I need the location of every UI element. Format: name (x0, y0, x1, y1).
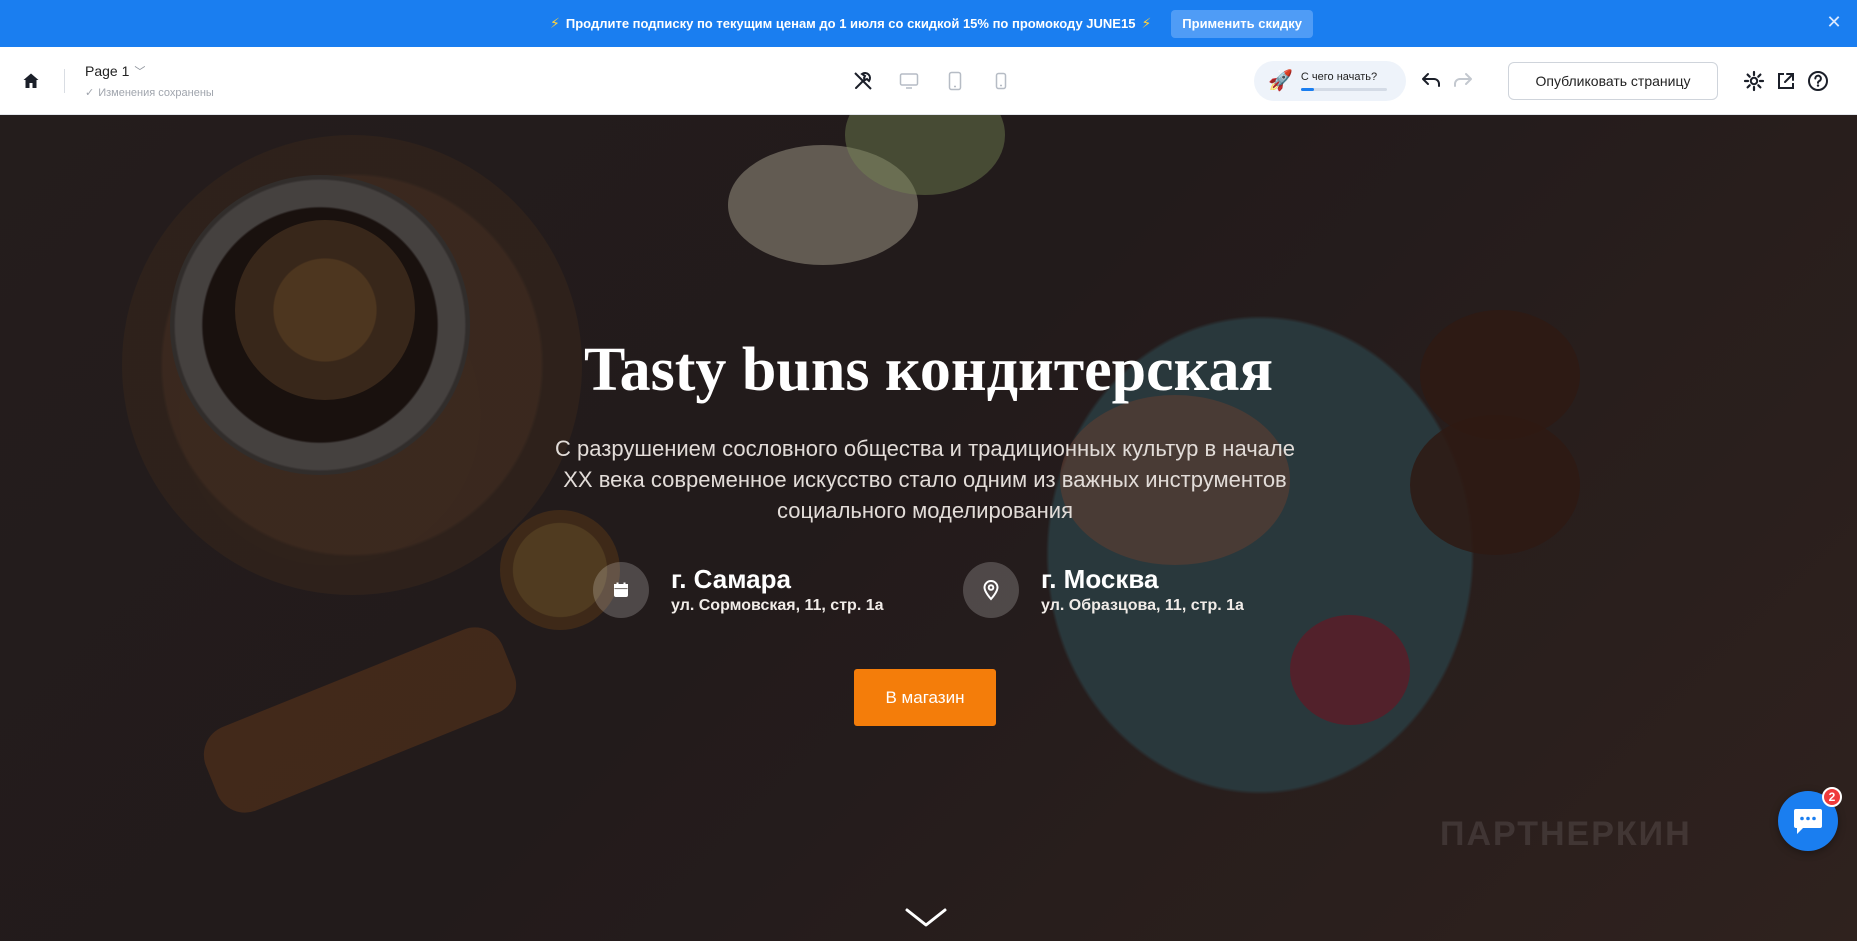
watermark: ПАРТНЕРКИН (1440, 815, 1692, 853)
location-address: ул. Сормовская, 11, стр. 1а (671, 596, 884, 614)
calendar-icon (593, 562, 649, 618)
publish-button[interactable]: Опубликовать страницу (1508, 62, 1718, 100)
redo-icon[interactable] (1452, 69, 1476, 93)
external-link-icon[interactable] (1774, 69, 1798, 93)
chat-widget-button[interactable]: 2 (1778, 787, 1842, 851)
onboarding-progress (1300, 88, 1387, 91)
tablet-icon[interactable] (944, 69, 966, 93)
notification-badge: 2 (1822, 787, 1842, 807)
home-icon[interactable] (18, 68, 44, 94)
hero-section: Tasty buns кондитерская С разрушением со… (0, 115, 1857, 941)
rocket-icon: 🚀 (1268, 70, 1293, 92)
location-samara: г. Самара ул. Сормовская, 11, стр. 1а (593, 562, 884, 618)
shop-button[interactable]: В магазин (854, 669, 996, 726)
lightning-icon: ⚡ (550, 15, 560, 31)
toolbar-divider (64, 69, 65, 93)
save-status-text: Изменения сохранены (98, 86, 214, 99)
onboarding-progress-fill (1300, 88, 1314, 91)
promo-banner: ⚡ Продлите подписку по текущим ценам до … (0, 0, 1857, 47)
location-city: г. Самара (671, 563, 791, 594)
help-icon[interactable] (1806, 69, 1830, 93)
onboarding-label: С чего начать? (1300, 71, 1378, 83)
page-name: Page 1 (85, 63, 130, 79)
undo-icon[interactable] (1420, 69, 1444, 93)
tools-icon[interactable] (852, 69, 874, 93)
promo-text: Продлите подписку по текущим ценам до 1 … (565, 16, 1136, 31)
close-icon[interactable]: ✕ (1823, 11, 1845, 33)
editor-toolbar: Page 1 ﹀ ✓ Изменения сохранены 🚀 С чего … (0, 47, 1857, 115)
hero-title: Tasty buns кондитерская (583, 336, 1274, 404)
desktop-icon[interactable] (898, 69, 920, 93)
page-selector[interactable]: Page 1 ﹀ (85, 63, 145, 79)
location-address: ул. Образцова, 11, стр. 1а (1041, 596, 1244, 614)
gear-icon[interactable] (1742, 69, 1766, 93)
onboarding-button[interactable]: 🚀 С чего начать? (1254, 61, 1406, 101)
apply-discount-button[interactable]: Применить скидку (1171, 9, 1313, 38)
lightning-icon: ⚡ (1141, 15, 1152, 31)
location-city: г. Москва (1041, 563, 1159, 594)
save-status: ✓ Изменения сохранены (85, 86, 214, 100)
map-pin-icon (963, 562, 1019, 618)
location-moscow: г. Москва ул. Образцова, 11, стр. 1а (963, 562, 1244, 618)
check-icon: ✓ (85, 87, 95, 99)
chevron-down-icon: ﹀ (134, 66, 146, 78)
mobile-icon[interactable] (990, 69, 1012, 93)
device-switcher (852, 69, 1012, 93)
chevron-down-icon[interactable] (904, 906, 948, 930)
hero-description: С разрушением сословного общества и трад… (555, 436, 1295, 523)
